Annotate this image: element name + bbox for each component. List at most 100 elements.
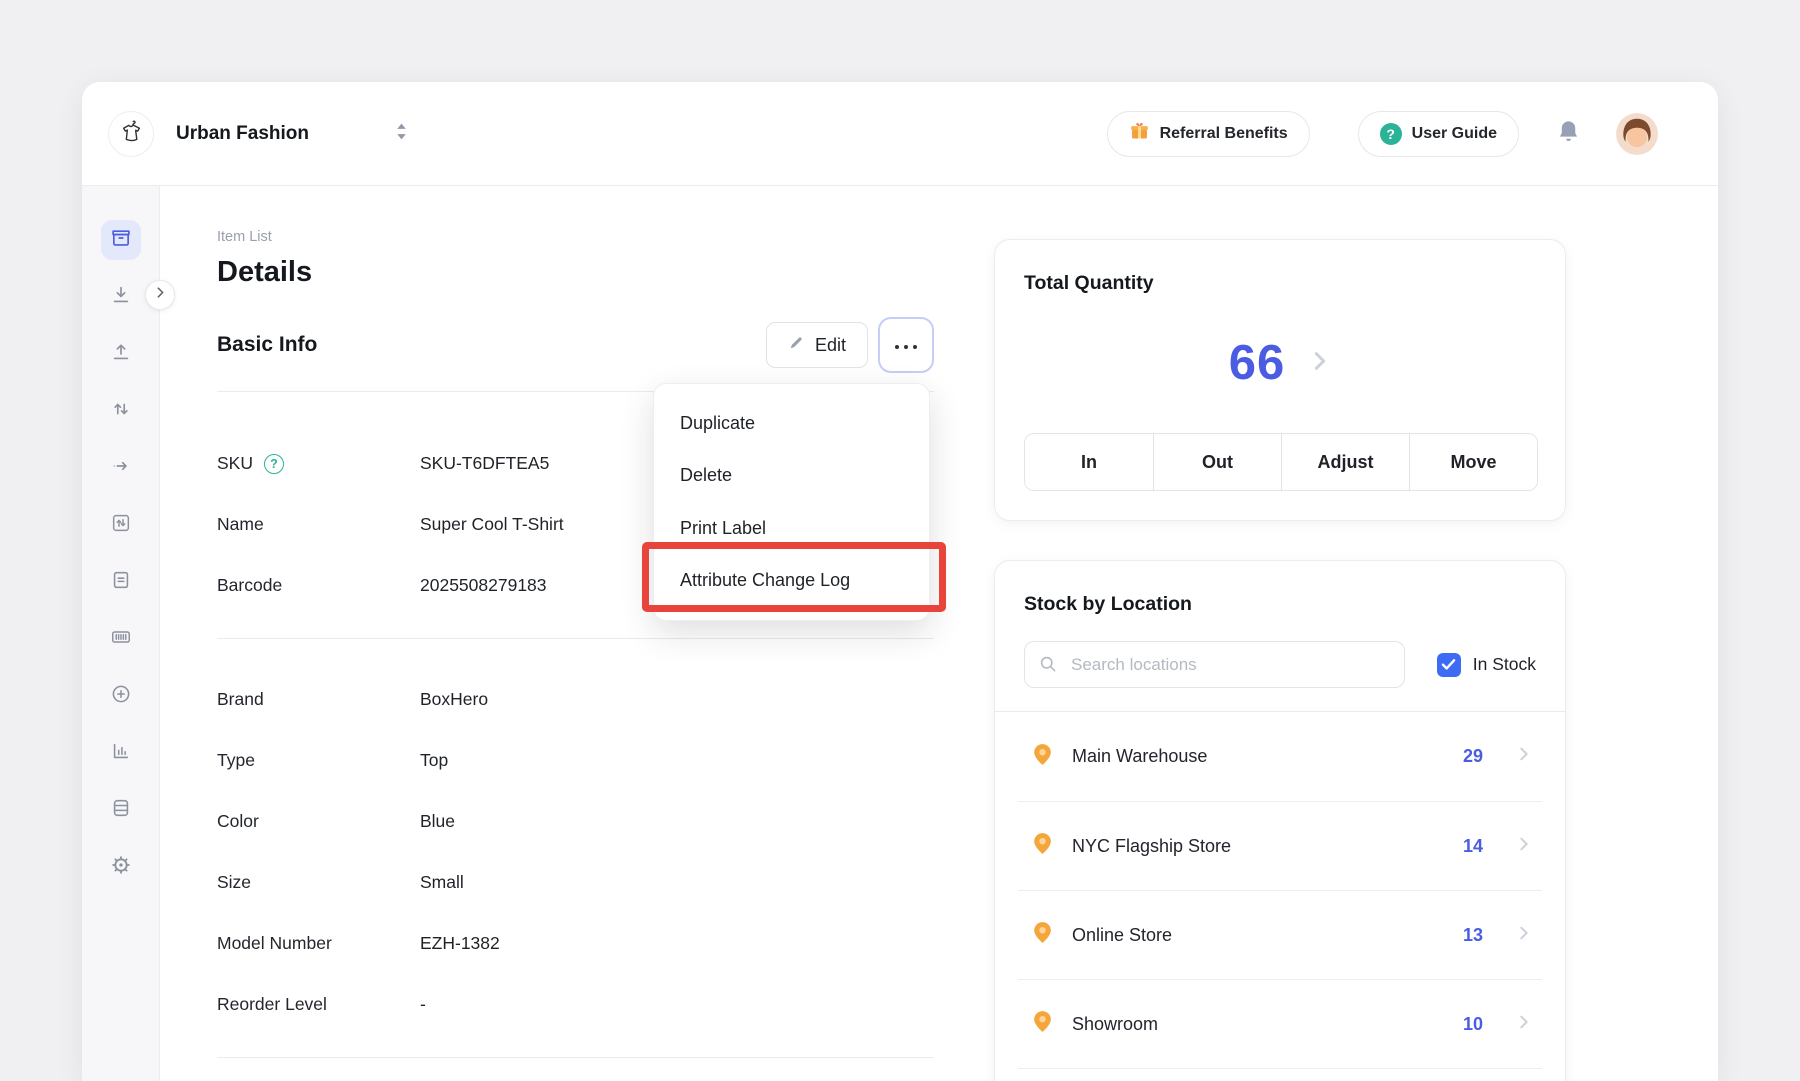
sidebar-item-data-center[interactable]: [101, 790, 141, 830]
total-quantity-card: Total Quantity 66 In Out Adjust Move: [994, 239, 1566, 521]
in-stock-filter[interactable]: In Stock: [1437, 653, 1536, 677]
referral-benefits-button[interactable]: Referral Benefits: [1107, 111, 1310, 157]
package-icon: [110, 227, 132, 254]
more-actions-menu: Duplicate Delete Print Label Attribute C…: [653, 383, 930, 621]
tshirt-icon: [118, 118, 145, 150]
map-pin-icon: [1030, 1009, 1055, 1039]
download-icon: [110, 284, 132, 311]
field-value: -: [420, 994, 426, 1015]
sidebar-item-documents[interactable]: [101, 562, 141, 602]
arrows-up-down-icon: [110, 398, 132, 425]
app-window: Urban Fashion Referral Benefits ? User G…: [82, 82, 1718, 1081]
field-label: SKU: [217, 453, 253, 474]
out-button[interactable]: Out: [1153, 434, 1281, 490]
field-value: BoxHero: [420, 689, 488, 710]
chevron-right-icon: [1516, 746, 1532, 767]
breadcrumb[interactable]: Item List: [217, 229, 934, 246]
sidebar-expand-button[interactable]: [145, 280, 175, 310]
barcode-icon: [110, 626, 132, 653]
workspace-switcher[interactable]: [395, 122, 408, 146]
ellipsis-icon: [894, 338, 918, 353]
location-quantity: 29: [1463, 746, 1483, 767]
location-quantity: 10: [1463, 1014, 1483, 1035]
menu-item-duplicate[interactable]: Duplicate: [654, 397, 929, 450]
menu-item-attribute-change-log[interactable]: Attribute Change Log: [654, 555, 929, 608]
in-stock-checkbox[interactable]: [1437, 653, 1461, 677]
sidebar-item-move[interactable]: [101, 448, 141, 488]
field-label: Reorder Level: [217, 994, 327, 1015]
adjust-button[interactable]: Adjust: [1281, 434, 1409, 490]
field-label: Barcode: [217, 575, 282, 596]
section-title: Basic Info: [217, 333, 317, 357]
sidebar-item-stock-out[interactable]: [101, 334, 141, 374]
location-quantity: 14: [1463, 836, 1483, 857]
sidebar-item-adjust[interactable]: [101, 391, 141, 431]
in-button[interactable]: In: [1025, 434, 1153, 490]
sidebar-item-stock-in[interactable]: [101, 277, 141, 317]
user-guide-button[interactable]: ? User Guide: [1358, 111, 1519, 157]
edit-button[interactable]: Edit: [766, 322, 868, 368]
map-pin-icon: [1030, 920, 1055, 950]
workspace-name: Urban Fashion: [176, 123, 309, 145]
location-row-nyc-flagship-store[interactable]: NYC Flagship Store 14: [1018, 801, 1542, 890]
field-value: SKU-T6DFTEA5: [420, 453, 549, 474]
field-row-model-number: Model Number EZH-1382: [217, 913, 934, 974]
user-guide-label: User Guide: [1412, 125, 1497, 143]
workspace-logo: [108, 111, 154, 157]
total-quantity-value: 66: [1229, 335, 1286, 391]
move-button[interactable]: Move: [1409, 434, 1537, 490]
avatar[interactable]: [1616, 113, 1658, 155]
field-row-type: Type Top: [217, 730, 934, 791]
question-icon: ?: [1380, 123, 1402, 145]
sidebar-item-analytics[interactable]: [101, 733, 141, 773]
location-row-showroom[interactable]: Showroom 10: [1018, 979, 1542, 1068]
field-label: Model Number: [217, 933, 332, 954]
quantity-action-group: In Out Adjust Move: [1024, 433, 1538, 491]
menu-item-print-label[interactable]: Print Label: [654, 502, 929, 555]
sidebar-item-transactions[interactable]: [101, 505, 141, 545]
field-label: Name: [217, 514, 264, 535]
edit-label: Edit: [815, 335, 846, 356]
main-content: Item List Details Basic Info Edit: [160, 186, 1718, 1081]
stock-by-location-title: Stock by Location: [995, 561, 1565, 616]
field-label: Size: [217, 872, 251, 893]
menu-item-delete[interactable]: Delete: [654, 450, 929, 503]
total-quantity-link[interactable]: 66: [995, 335, 1565, 391]
document-icon: [110, 569, 132, 596]
field-row-size: Size Small: [217, 852, 934, 913]
map-pin-icon: [1030, 831, 1055, 861]
location-row-online-store[interactable]: Online Store 13: [1018, 890, 1542, 979]
chevron-right-icon: [1516, 836, 1532, 857]
box-arrows-icon: [110, 512, 132, 539]
sidebar-item-add[interactable]: [101, 676, 141, 716]
up-down-caret-icon: [395, 122, 408, 146]
bar-chart-icon: [110, 740, 132, 767]
search-icon: [1038, 654, 1058, 679]
field-value: Super Cool T-Shirt: [420, 514, 564, 535]
location-name: Online Store: [1072, 925, 1446, 946]
gear-icon: [110, 854, 132, 881]
field-label: Brand: [217, 689, 264, 710]
field-value: Blue: [420, 811, 455, 832]
location-row-main-warehouse[interactable]: Main Warehouse 29: [1018, 712, 1542, 801]
top-bar: Urban Fashion Referral Benefits ? User G…: [82, 82, 1718, 186]
field-label: Color: [217, 811, 259, 832]
sidebar-item-settings[interactable]: [101, 847, 141, 887]
upload-icon: [110, 341, 132, 368]
search-locations-input[interactable]: [1024, 641, 1405, 688]
plus-circle-icon: [110, 683, 132, 710]
sidebar-item-items[interactable]: [101, 220, 141, 260]
chevron-right-icon: [1516, 1014, 1532, 1035]
sidebar-item-barcode[interactable]: [101, 619, 141, 659]
map-pin-icon: [1030, 742, 1055, 772]
total-quantity-title: Total Quantity: [995, 240, 1565, 295]
location-row-partial: [1018, 1068, 1542, 1081]
more-actions-button[interactable]: [878, 317, 934, 373]
field-label: Type: [217, 750, 255, 771]
in-stock-label: In Stock: [1473, 654, 1536, 675]
notifications-button[interactable]: [1555, 118, 1582, 150]
divider: [217, 1057, 934, 1058]
field-row-color: Color Blue: [217, 791, 934, 852]
field-value: Top: [420, 750, 448, 771]
help-icon[interactable]: ?: [264, 454, 284, 474]
